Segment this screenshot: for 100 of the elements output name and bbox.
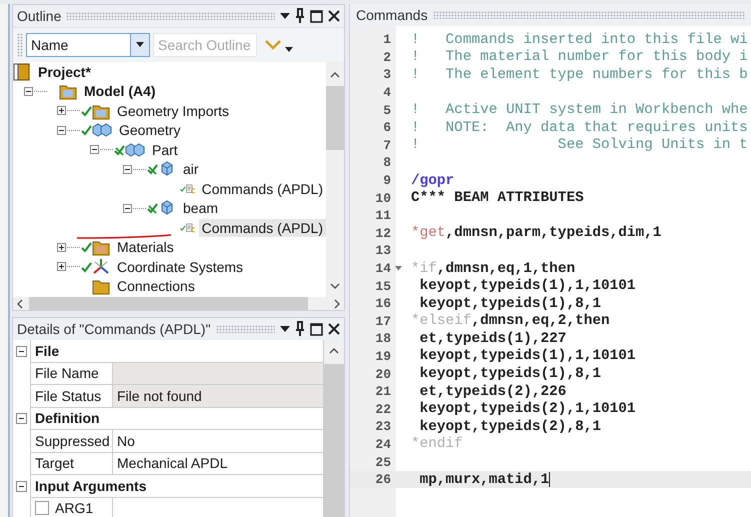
property-value[interactable]: No — [113, 430, 324, 452]
collapse-icon[interactable] — [16, 346, 27, 357]
code-line: /gopr — [411, 172, 454, 189]
axes-icon — [92, 258, 110, 276]
line-number: 8 — [382, 155, 391, 170]
property-name: Target — [30, 452, 113, 475]
code-line: keyopt,typeids(1),8,1 — [418, 296, 601, 312]
tree-item[interactable]: Geometry — [116, 121, 184, 140]
grip-handle[interactable] — [432, 11, 745, 19]
line-number: 18 — [374, 331, 391, 346]
tree-item[interactable]: beam — [180, 199, 222, 218]
tree-item[interactable]: Commands (APDL) — [198, 218, 326, 237]
maximize-icon[interactable] — [310, 10, 323, 22]
scrollbar-thumb[interactable] — [29, 297, 308, 310]
expander-icon[interactable] — [123, 204, 132, 213]
panel-title: Details of "Commands (APDL)" — [17, 321, 211, 337]
property-value[interactable]: File not found — [113, 385, 324, 408]
expander-icon[interactable] — [57, 242, 66, 252]
tree-item[interactable]: Project* — [35, 62, 94, 81]
line-number: 7 — [382, 138, 391, 153]
code-line: keyopt,typeids(2),1,10101 — [418, 401, 636, 418]
dropdown-icon[interactable] — [285, 47, 293, 53]
line-number: 3 — [382, 67, 391, 82]
checkbox[interactable] — [35, 501, 49, 516]
tree-item[interactable]: Part — [149, 140, 181, 159]
line-number: 2 — [382, 50, 391, 65]
grip-handle[interactable] — [216, 325, 275, 333]
line-number: 19 — [374, 348, 391, 364]
line-number: 26 — [374, 472, 391, 488]
expander-icon[interactable] — [123, 164, 132, 174]
cubes-icon — [92, 121, 112, 140]
code-line: ! The element type numbers for this b — [411, 66, 748, 83]
line-number: 13 — [374, 243, 391, 258]
code-line: ! NOTE: Any data that requires units — [411, 120, 748, 136]
tree-item[interactable]: Commands (APDL) — [198, 180, 326, 198]
code-line: ! Active UNIT system in Workbench whe — [411, 102, 748, 118]
pin-icon[interactable] — [295, 8, 305, 24]
code-line: *elseif,dmnsn,eq,2,then — [411, 313, 610, 330]
code-line: *get,dmnsn,parm,typeids,dim,1 — [411, 225, 662, 242]
scrollbar-thumb[interactable] — [324, 364, 344, 517]
line-number: 21 — [374, 384, 391, 400]
code-line: ! See Solving Units in t — [411, 137, 748, 154]
pin-icon[interactable] — [295, 321, 305, 337]
text-cursor — [549, 472, 550, 488]
code-line: mp,murx,matid,1 — [418, 472, 550, 488]
grip-handle[interactable] — [66, 12, 275, 20]
code-line: et,typeids(1),227 — [418, 330, 566, 347]
line-number: 6 — [382, 120, 391, 136]
code-line: ! Commands inserted into this file wi — [411, 32, 748, 48]
line-number: 10 — [374, 190, 391, 206]
code-line: keyopt,typeids(1),8,1 — [418, 366, 601, 382]
scrollbar-thumb[interactable] — [326, 86, 344, 150]
expander-icon[interactable] — [57, 262, 66, 272]
tree-item[interactable]: Materials — [114, 238, 177, 256]
scroll-right-icon — [334, 298, 340, 308]
property-name: ARG1 — [55, 500, 94, 516]
line-number: 4 — [382, 85, 391, 100]
line-number: 11 — [374, 208, 391, 224]
expander-icon[interactable] — [90, 145, 99, 154]
line-number: 25 — [374, 454, 391, 470]
close-icon[interactable] — [328, 10, 340, 22]
collapse-icon[interactable] — [16, 413, 27, 424]
maximize-icon[interactable] — [310, 322, 323, 336]
code-line: keyopt,typeids(2),8,1 — [418, 418, 601, 435]
tree-item[interactable]: Geometry Imports — [114, 102, 232, 120]
line-number: 23 — [374, 419, 391, 434]
tree-item[interactable]: air — [180, 160, 202, 178]
group-header: Definition — [30, 408, 324, 430]
expander-icon[interactable] — [57, 126, 66, 135]
search-field[interactable]: Search Outline — [153, 33, 257, 57]
name-filter-dropdown[interactable]: Name — [26, 33, 150, 57]
fold-icon[interactable] — [395, 266, 402, 272]
line-number: 5 — [382, 102, 391, 118]
line-number: 15 — [374, 278, 391, 294]
dropdown-icon[interactable] — [280, 12, 290, 20]
line-number: 1 — [382, 32, 391, 48]
dropdown-icon[interactable] — [280, 325, 290, 333]
line-number: 22 — [374, 402, 391, 417]
line-number: 24 — [374, 436, 391, 452]
line-number: 12 — [374, 226, 391, 241]
line-number: 9 — [382, 173, 391, 188]
tree-item[interactable]: Model (A4) — [81, 82, 159, 100]
close-icon[interactable] — [328, 323, 340, 335]
code-line: *endif — [411, 436, 463, 452]
code-line: et,typeids(2),226 — [418, 384, 566, 400]
line-number: 20 — [374, 366, 391, 382]
line-number: 17 — [374, 314, 391, 329]
scroll-left-icon — [17, 298, 23, 308]
expander-icon[interactable] — [57, 106, 66, 116]
code-line: keyopt,typeids(1),1,10101 — [418, 348, 636, 364]
scroll-up-icon — [329, 348, 339, 354]
line-number: 16 — [374, 296, 391, 312]
property-value[interactable]: Mechanical APDL — [113, 452, 324, 475]
property-name: Suppressed — [30, 430, 113, 452]
collapse-icon[interactable] — [16, 480, 27, 492]
dropdown-icon — [136, 42, 144, 48]
expander-icon[interactable] — [24, 86, 33, 96]
code-line: keyopt,typeids(1),1,10101 — [418, 278, 636, 294]
tree-item[interactable]: Coordinate Systems — [114, 258, 246, 276]
tree-item[interactable]: Connections — [114, 277, 198, 296]
